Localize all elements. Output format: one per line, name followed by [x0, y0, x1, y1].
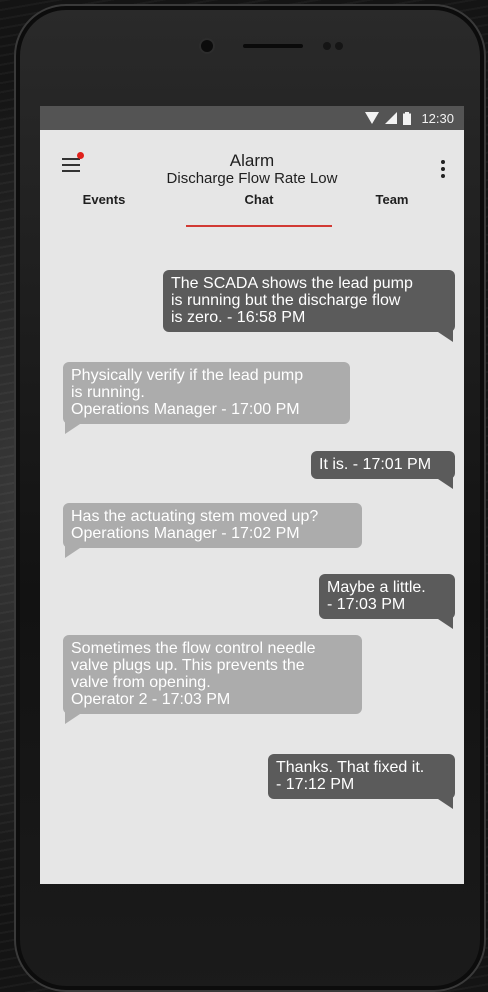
- message-bubble-received: Sometimes the flow control needle valve …: [63, 635, 362, 724]
- message-line: Sometimes the flow control needle: [71, 640, 316, 657]
- message-line: Has the actuating stem moved up?: [71, 508, 319, 525]
- message-line: is zero. - 16:58 PM: [171, 309, 306, 326]
- front-camera: [201, 40, 213, 52]
- message-line: - 17:03 PM: [327, 596, 406, 613]
- bubble-tail: [435, 617, 453, 629]
- tab-team[interactable]: Team: [350, 192, 434, 240]
- message-line: valve from opening.: [71, 674, 211, 691]
- message-bubble-received: Physically verify if the lead pump is ru…: [63, 362, 350, 434]
- bubble-tail: [435, 797, 453, 809]
- earpiece-speaker: [243, 44, 303, 48]
- header-titles: Alarm Discharge Flow Rate Low: [40, 152, 464, 188]
- message-line: Physically verify if the lead pump: [71, 367, 304, 384]
- page-subtitle: Discharge Flow Rate Low: [166, 170, 338, 187]
- light-sensor: [335, 42, 343, 50]
- message-bubble-sent: Maybe a little. - 17:03 PM: [319, 574, 455, 629]
- message-line: Maybe a little.: [327, 579, 426, 596]
- page-title: Alarm: [229, 151, 275, 170]
- battery-icon: [403, 111, 412, 125]
- message-line: It is. - 17:01 PM: [319, 456, 432, 473]
- status-time: 12:30: [421, 110, 454, 126]
- message-line: valve plugs up. This prevents the: [71, 657, 305, 674]
- app-bar: Alarm Discharge Flow Rate Low: [40, 130, 464, 194]
- message-line: is running.: [71, 384, 145, 401]
- message-line: - 17:12 PM: [276, 776, 355, 793]
- bubble-tail: [435, 477, 453, 489]
- message-line: Operations Manager - 17:00 PM: [71, 401, 300, 418]
- bubble-tail: [435, 330, 453, 342]
- message-bubble-sent: It is. - 17:01 PM: [311, 451, 455, 489]
- wifi-icon: [365, 112, 380, 124]
- message-line: is running but the discharge flow: [171, 292, 401, 309]
- message-line: The SCADA shows the lead pump: [171, 275, 413, 292]
- message-bubble-sent: Thanks. That fixed it. - 17:12 PM: [268, 754, 455, 809]
- status-bar: 12:30: [40, 106, 464, 130]
- message-bubble-received: Has the actuating stem moved up? Operati…: [63, 503, 362, 558]
- cell-signal-icon: [385, 112, 398, 124]
- app-screen: 12:30 Alarm Discharge Flow Rate Low Even…: [40, 106, 464, 884]
- bubble-tail: [65, 422, 83, 434]
- active-tab-indicator: [186, 225, 332, 227]
- bubble-tail: [65, 546, 83, 558]
- message-line: Operator 2 - 17:03 PM: [71, 691, 231, 708]
- message-bubble-sent: The SCADA shows the lead pump is running…: [163, 270, 455, 342]
- message-line: Operations Manager - 17:02 PM: [71, 525, 300, 542]
- tab-chat[interactable]: Chat: [186, 192, 332, 240]
- tab-events[interactable]: Events: [62, 192, 146, 240]
- bubble-tail: [65, 712, 83, 724]
- more-vertical-icon[interactable]: [440, 160, 446, 180]
- message-line: Thanks. That fixed it.: [276, 759, 425, 776]
- proximity-sensor: [323, 42, 331, 50]
- tab-bar: Events Chat Team: [40, 192, 464, 242]
